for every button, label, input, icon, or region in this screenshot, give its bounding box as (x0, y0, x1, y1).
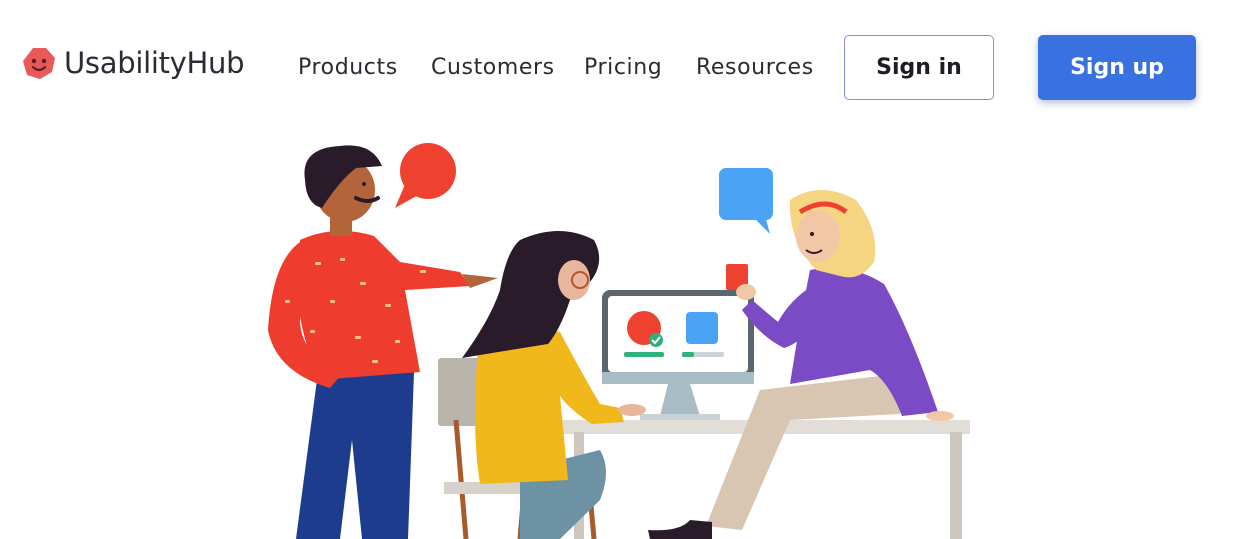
brand-name: UsabilityHub (64, 45, 245, 80)
team-collaboration-illustration (268, 143, 970, 539)
usabilityhub-logo[interactable]: UsabilityHub (22, 45, 245, 80)
smiling-hexagon-icon (22, 46, 56, 80)
blue-speech-bubble-icon (719, 168, 773, 234)
nav-item-products[interactable]: Products (298, 55, 398, 81)
nav-item-pricing[interactable]: Pricing (584, 55, 662, 81)
computer-monitor (602, 290, 754, 420)
landing-page: UsabilityHub Products Customers Pricing … (0, 0, 1235, 539)
sign-in-button[interactable]: Sign in (844, 35, 994, 100)
nav-item-resources[interactable]: Resources (696, 55, 814, 81)
red-speech-bubble-icon (395, 143, 456, 208)
nav-item-customers[interactable]: Customers (431, 55, 555, 81)
hero-illustration (0, 120, 1235, 539)
sign-up-button[interactable]: Sign up (1038, 35, 1196, 100)
